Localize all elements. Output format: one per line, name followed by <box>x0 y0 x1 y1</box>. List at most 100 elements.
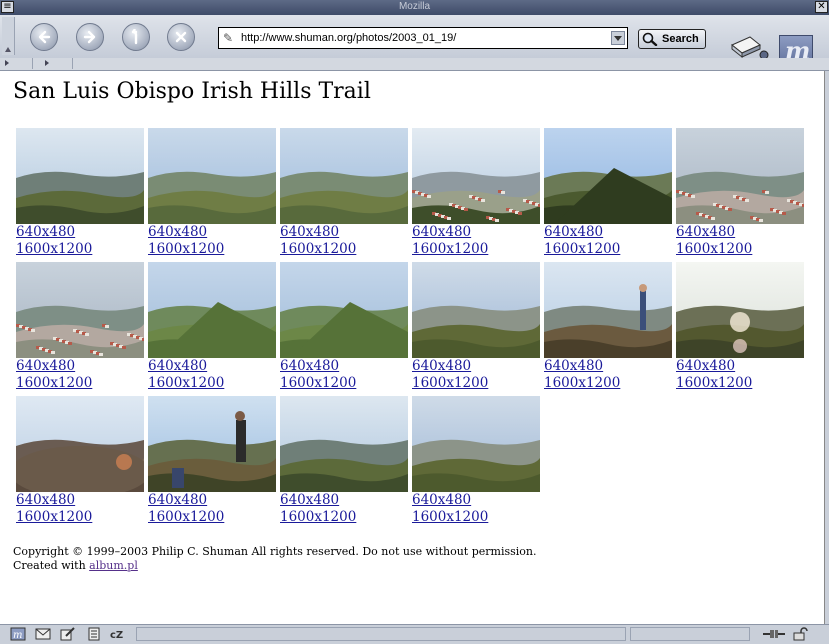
photo-cell: 640x480 1600x1200 <box>16 128 144 258</box>
chatzilla-icon[interactable]: cZ <box>110 627 126 641</box>
photo-cell: 640x480 1600x1200 <box>148 396 276 526</box>
search-icon <box>642 32 658 46</box>
forward-button[interactable] <box>76 23 104 51</box>
photo-1600x1200-link[interactable]: 1600x1200 <box>280 375 408 392</box>
photo-cell: 640x480 1600x1200 <box>544 128 672 258</box>
photo-thumbnail[interactable] <box>280 396 408 492</box>
photo-640x480-link[interactable]: 640x480 <box>412 492 540 509</box>
photo-1600x1200-link[interactable]: 1600x1200 <box>148 375 276 392</box>
reload-button[interactable] <box>122 23 150 51</box>
window-title: Mozilla <box>398 1 431 12</box>
photo-1600x1200-link[interactable]: 1600x1200 <box>544 375 672 392</box>
photo-thumbnail[interactable] <box>280 262 408 358</box>
url-bar[interactable]: ✎ <box>218 27 628 49</box>
photo-thumbnail[interactable] <box>148 262 276 358</box>
page-title: San Luis Obispo Irish Hills Trail <box>13 79 371 104</box>
photo-thumbnail[interactable] <box>148 128 276 224</box>
photo-cell: 640x480 1600x1200 <box>148 128 276 258</box>
photo-cell: 640x480 1600x1200 <box>148 262 276 392</box>
security-lock-icon[interactable] <box>792 627 808 641</box>
url-history-dropdown[interactable] <box>611 31 625 45</box>
photo-640x480-link[interactable]: 640x480 <box>412 358 540 375</box>
photo-1600x1200-link[interactable]: 1600x1200 <box>544 241 672 258</box>
address-book-icon[interactable] <box>86 627 102 641</box>
online-status-icon[interactable] <box>762 627 786 641</box>
photo-640x480-link[interactable]: 640x480 <box>412 224 540 241</box>
photo-1600x1200-link[interactable]: 1600x1200 <box>16 509 144 526</box>
photo-thumbnail[interactable] <box>676 128 804 224</box>
photo-640x480-link[interactable]: 640x480 <box>280 492 408 509</box>
photo-thumbnail[interactable] <box>412 128 540 224</box>
photo-640x480-link[interactable]: 640x480 <box>280 224 408 241</box>
toolbar-grip[interactable] <box>0 58 33 69</box>
album-pl-link[interactable]: album.pl <box>89 559 138 572</box>
photo-640x480-link[interactable]: 640x480 <box>148 358 276 375</box>
photo-thumbnail[interactable] <box>676 262 804 358</box>
photo-thumbnail[interactable] <box>16 128 144 224</box>
back-arrow-icon <box>38 30 51 44</box>
created-with-line: Created with album.pl <box>13 559 536 573</box>
photo-cell: 640x480 1600x1200 <box>280 396 408 526</box>
photo-cell: 640x480 1600x1200 <box>16 396 144 526</box>
status-text-area <box>136 627 626 641</box>
photo-640x480-link[interactable]: 640x480 <box>676 358 804 375</box>
navigator-icon[interactable]: m <box>10 627 26 641</box>
toolbar-grip[interactable] <box>40 58 73 69</box>
photo-thumbnail[interactable] <box>412 396 540 492</box>
photo-640x480-link[interactable]: 640x480 <box>148 492 276 509</box>
navigation-toolbar: ✎ Search m <box>0 15 829 69</box>
browser-window: ≡ Mozilla ✕ ✎ Search <box>0 0 829 644</box>
photo-1600x1200-link[interactable]: 1600x1200 <box>16 375 144 392</box>
photo-cell: 640x480 1600x1200 <box>280 262 408 392</box>
progress-meter <box>630 627 750 641</box>
photo-cell: 640x480 1600x1200 <box>544 262 672 392</box>
toolbar-grip[interactable] <box>2 17 15 55</box>
photo-1600x1200-link[interactable]: 1600x1200 <box>676 241 804 258</box>
photo-1600x1200-link[interactable]: 1600x1200 <box>280 241 408 258</box>
photo-640x480-link[interactable]: 640x480 <box>544 358 672 375</box>
search-button[interactable]: Search <box>638 29 706 49</box>
photo-1600x1200-link[interactable]: 1600x1200 <box>148 241 276 258</box>
bookmark-page-icon[interactable]: ✎ <box>223 31 233 45</box>
title-bar[interactable]: ≡ Mozilla ✕ <box>0 0 829 15</box>
photo-640x480-link[interactable]: 640x480 <box>16 492 144 509</box>
photo-thumbnail[interactable] <box>544 128 672 224</box>
page-content: San Luis Obispo Irish Hills Trail 640x48… <box>0 71 825 624</box>
photo-thumbnail[interactable] <box>148 396 276 492</box>
close-icon[interactable]: ✕ <box>815 1 828 13</box>
photo-1600x1200-link[interactable]: 1600x1200 <box>16 241 144 258</box>
photo-640x480-link[interactable]: 640x480 <box>148 224 276 241</box>
personal-toolbar <box>0 58 829 71</box>
photo-thumbnail[interactable] <box>16 262 144 358</box>
photo-640x480-link[interactable]: 640x480 <box>280 358 408 375</box>
photo-cell: 640x480 1600x1200 <box>412 396 540 526</box>
photo-thumbnail[interactable] <box>280 128 408 224</box>
photo-cell: 640x480 1600x1200 <box>280 128 408 258</box>
status-bar: m cZ <box>0 624 829 644</box>
back-button[interactable] <box>30 23 58 51</box>
photo-640x480-link[interactable]: 640x480 <box>16 358 144 375</box>
photo-1600x1200-link[interactable]: 1600x1200 <box>412 241 540 258</box>
created-with-label: Created with <box>13 559 86 572</box>
url-input[interactable] <box>241 30 601 46</box>
photo-thumbnail[interactable] <box>412 262 540 358</box>
stop-button[interactable] <box>167 23 195 51</box>
mail-icon[interactable] <box>35 627 51 641</box>
search-label: Search <box>662 33 699 45</box>
composer-icon[interactable] <box>60 627 76 641</box>
photo-640x480-link[interactable]: 640x480 <box>676 224 804 241</box>
photo-640x480-link[interactable]: 640x480 <box>16 224 144 241</box>
photo-cell: 640x480 1600x1200 <box>16 262 144 392</box>
photo-thumbnail[interactable] <box>544 262 672 358</box>
photo-cell: 640x480 1600x1200 <box>676 262 804 392</box>
photo-1600x1200-link[interactable]: 1600x1200 <box>280 509 408 526</box>
photo-640x480-link[interactable]: 640x480 <box>544 224 672 241</box>
stop-icon <box>175 31 187 43</box>
photo-1600x1200-link[interactable]: 1600x1200 <box>148 509 276 526</box>
photo-cell: 640x480 1600x1200 <box>676 128 804 258</box>
photo-1600x1200-link[interactable]: 1600x1200 <box>676 375 804 392</box>
photo-thumbnail[interactable] <box>16 396 144 492</box>
forward-arrow-icon <box>83 30 96 44</box>
photo-1600x1200-link[interactable]: 1600x1200 <box>412 509 540 526</box>
photo-1600x1200-link[interactable]: 1600x1200 <box>412 375 540 392</box>
